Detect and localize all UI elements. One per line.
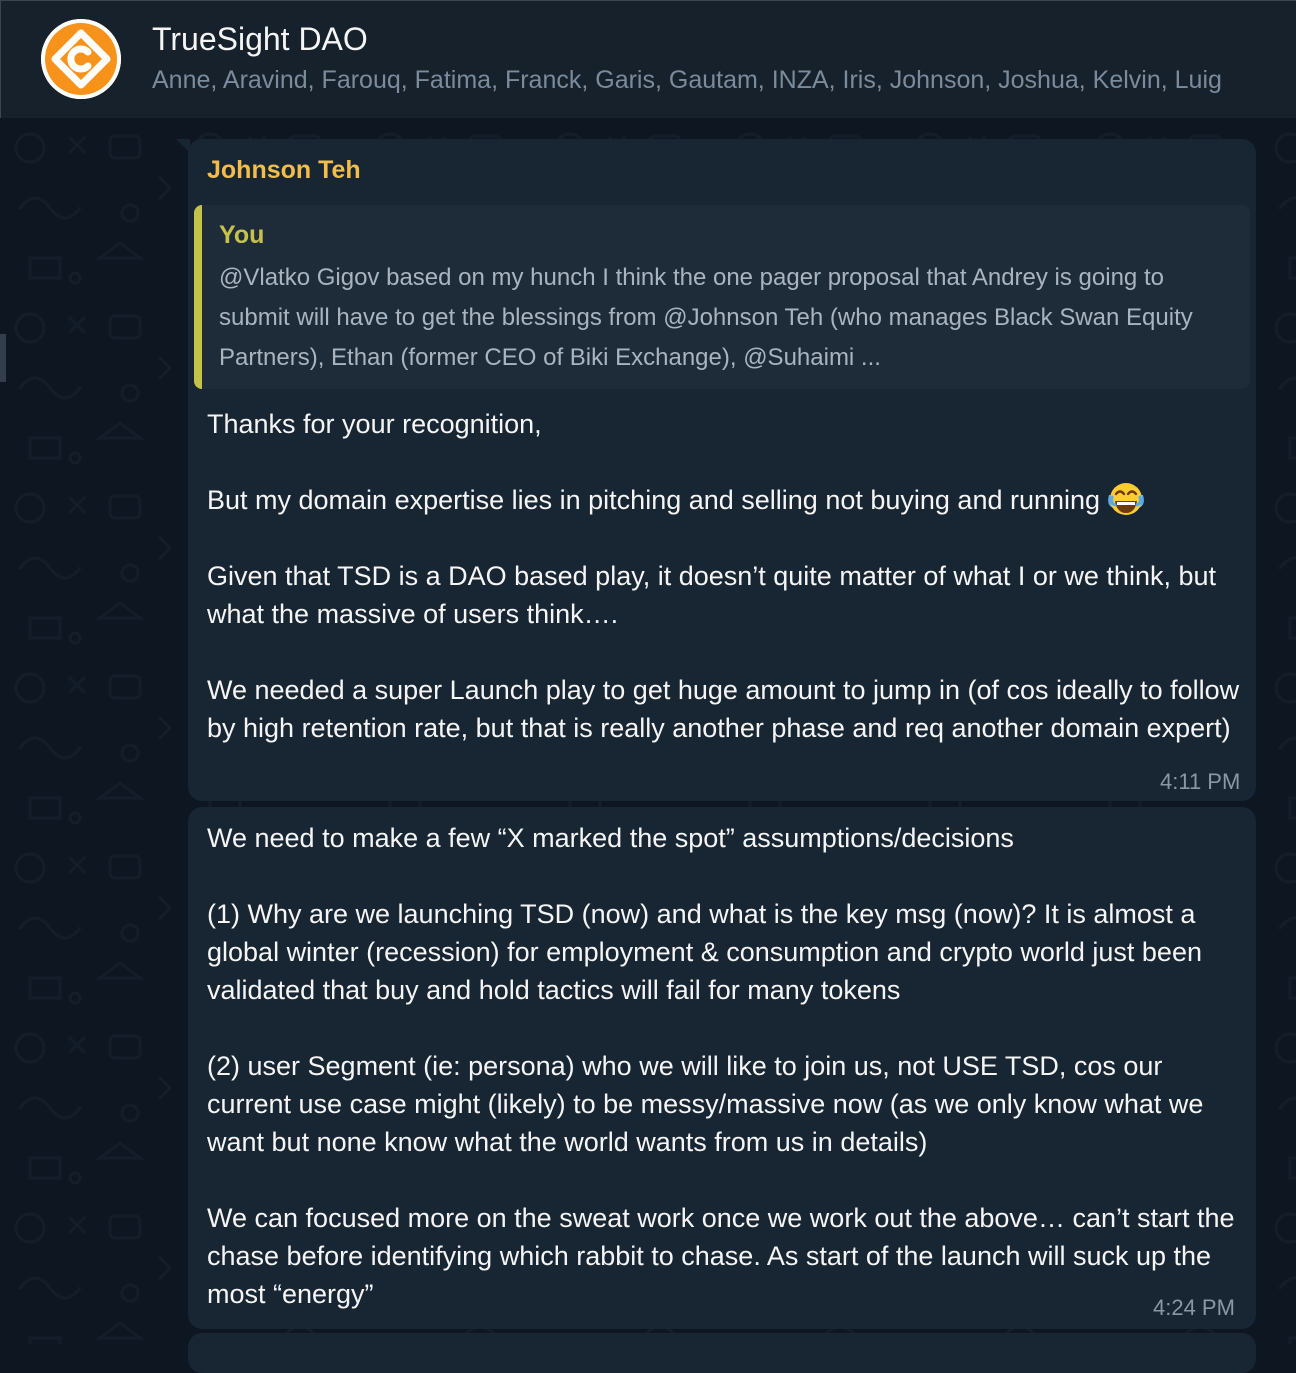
message-timestamp: 4:11 PM [1160,769,1241,794]
chat-header[interactable]: TrueSight DAO Anne, Aravind, Farouq, Fat… [0,0,1296,118]
scrollbar-thumb[interactable] [0,334,6,382]
message-text: We need to make a few “X marked the spot… [207,823,1235,1309]
message-text: Thanks for your recognition, But my doma… [207,405,1247,747]
reply-author: You [219,221,265,249]
chat-members-list[interactable]: Anne, Aravind, Farouq, Fatima, Franck, G… [152,66,1222,95]
truesight-dao-logo-icon [41,19,121,99]
reply-quote[interactable]: You @Vlatko Gigov based on my hunch I th… [194,205,1250,389]
message-text-part: Given that TSD is a DAO based play, it d… [207,561,1240,743]
reply-accent-bar [194,205,202,389]
message-text-part: Thanks for your recognition, But my doma… [207,409,1101,515]
chat-title[interactable]: TrueSight DAO [152,21,368,58]
group-avatar[interactable] [41,19,121,99]
face-with-tears-of-joy-icon [1106,481,1146,517]
reply-text: @Vlatko Gigov based on my hunch I think … [219,264,1193,371]
message-timestamp: 4:24 PM [1153,1295,1235,1320]
message-bubble[interactable] [188,1333,1256,1373]
message-sender-name[interactable]: Johnson Teh [207,156,361,185]
